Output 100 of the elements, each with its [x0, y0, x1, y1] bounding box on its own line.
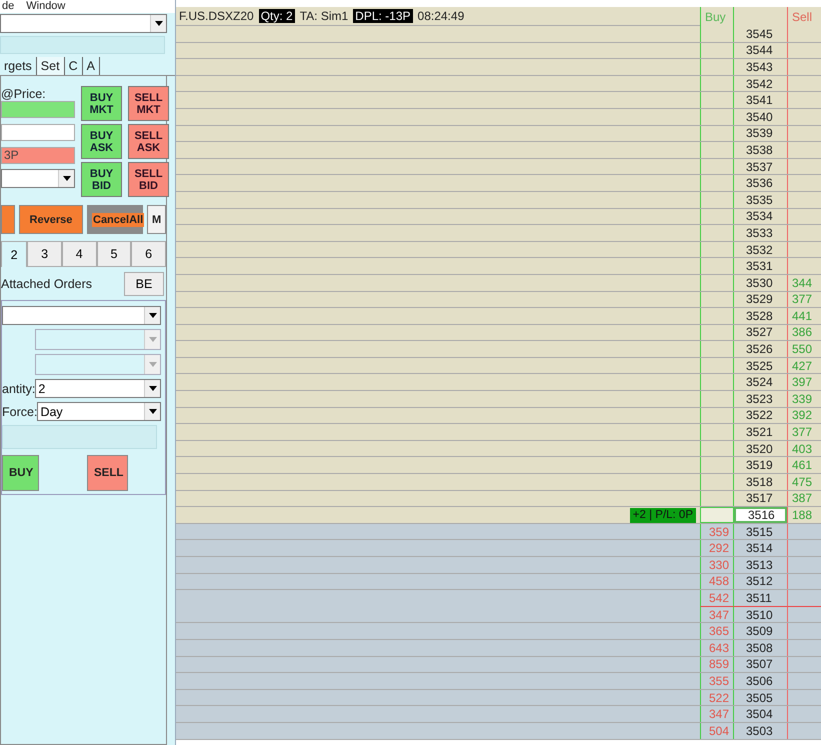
bid-size-cell[interactable] [700, 324, 734, 340]
symbol-dropdown[interactable] [0, 14, 167, 33]
price-cell[interactable]: 3543 [734, 59, 787, 75]
price-cell[interactable]: 3519 [734, 457, 787, 474]
dropdown[interactable] [35, 354, 161, 375]
price-cell[interactable]: 3532 [734, 242, 787, 258]
price-cell[interactable]: 3520 [734, 440, 787, 456]
bid-size-cell[interactable] [700, 26, 734, 42]
buy-button[interactable]: BUY [2, 455, 39, 491]
bid-size-cell[interactable] [700, 391, 734, 407]
price-cell[interactable]: 3509 [734, 623, 787, 639]
bid-size-cell[interactable] [700, 175, 734, 191]
price-cell[interactable]: 3528 [734, 308, 787, 324]
bid-size-cell[interactable] [700, 292, 734, 308]
price-cell[interactable]: 3516 [734, 507, 787, 523]
tab[interactable]: 2 [1, 241, 28, 267]
bid-size-cell[interactable] [700, 358, 734, 374]
price-cell[interactable]: 3518 [734, 474, 787, 490]
bid-size-cell[interactable] [700, 242, 734, 258]
input-field[interactable] [1, 124, 75, 141]
price-cell[interactable]: 3524 [734, 374, 787, 390]
pl-field[interactable]: 3P [1, 147, 75, 164]
action-button[interactable]: Reverse [18, 205, 83, 234]
sell-button[interactable]: SELL [87, 455, 128, 491]
price-cell[interactable]: 3521 [734, 424, 787, 440]
bid-size-cell[interactable] [700, 424, 734, 440]
price-cell[interactable]: 3530 [734, 274, 787, 290]
bid-size-cell[interactable] [700, 440, 734, 456]
price-cell[interactable]: 3525 [734, 358, 787, 374]
tab[interactable]: Set [36, 57, 65, 75]
price-cell[interactable]: 3523 [734, 391, 787, 407]
bid-size-cell[interactable] [700, 225, 734, 241]
price-cell[interactable]: 3542 [734, 76, 787, 92]
bid-size-cell[interactable] [700, 76, 734, 92]
price-cell[interactable]: 3541 [734, 92, 787, 108]
sell-button[interactable]: SELL MKT [128, 86, 169, 121]
price-cell[interactable]: 3504 [734, 706, 787, 722]
bid-size-cell[interactable] [700, 274, 734, 290]
sell-button[interactable]: SELL BID [128, 162, 169, 197]
price-cell[interactable]: 3531 [734, 258, 787, 274]
price-cell[interactable]: 3507 [734, 656, 787, 672]
price-cell[interactable]: 3529 [734, 292, 787, 308]
bid-size-cell[interactable] [700, 142, 734, 158]
bid-size-cell[interactable] [700, 308, 734, 324]
bid-size-cell[interactable] [700, 208, 734, 224]
bid-size-cell[interactable] [700, 59, 734, 75]
price-cell[interactable]: 3513 [734, 557, 787, 573]
dropdown[interactable] [2, 306, 161, 325]
buy-button[interactable]: BUY MKT [81, 86, 122, 121]
buy-button[interactable]: BUY ASK [81, 124, 122, 159]
price-cell[interactable]: 3536 [734, 175, 787, 191]
bid-size-cell[interactable] [700, 192, 734, 208]
price-cell[interactable]: 3510 [734, 606, 787, 622]
bid-size-cell[interactable] [700, 408, 734, 424]
menu-item[interactable]: de [2, 0, 14, 12]
action-button[interactable]: M [147, 205, 166, 234]
menu-item[interactable]: Window [26, 0, 66, 12]
tab[interactable]: 4 [62, 241, 97, 267]
buy-button[interactable]: BUY BID [81, 162, 122, 197]
price-cell[interactable]: 3533 [734, 225, 787, 241]
cancel-all-button[interactable]: CancelAll [87, 205, 143, 234]
bid-size-cell[interactable] [700, 374, 734, 390]
price-cell[interactable]: 3526 [734, 341, 787, 357]
quantity-dropdown[interactable]: 2 [35, 379, 161, 398]
price-cell[interactable]: 3514 [734, 540, 787, 556]
bid-size-cell[interactable] [700, 126, 734, 142]
price-cell[interactable]: 3503 [734, 722, 787, 739]
bid-size-cell[interactable] [700, 507, 734, 523]
price-cell[interactable]: 3508 [734, 640, 787, 656]
bid-size-cell[interactable] [700, 42, 734, 58]
action-button[interactable] [1, 205, 15, 234]
sell-button[interactable]: SELL ASK [128, 124, 169, 159]
bid-size-cell[interactable] [700, 490, 734, 506]
time-in-force-dropdown[interactable]: Day [37, 402, 161, 421]
bid-size-cell[interactable] [700, 258, 734, 274]
tab[interactable]: 3 [27, 241, 62, 267]
price-cell[interactable]: 3537 [734, 158, 787, 174]
price-cell[interactable]: 3540 [734, 108, 787, 125]
price-cell[interactable]: 3505 [734, 690, 787, 706]
dropdown[interactable] [35, 329, 161, 350]
bid-size-cell[interactable] [700, 92, 734, 108]
bid-size-cell[interactable] [700, 108, 734, 125]
tab[interactable]: 6 [131, 241, 166, 267]
price-cell[interactable]: 3512 [734, 574, 787, 590]
bid-size-cell[interactable] [700, 474, 734, 490]
tab[interactable]: C [64, 57, 83, 75]
tab[interactable]: 5 [96, 241, 132, 267]
input-field[interactable] [1, 101, 75, 118]
bid-size-cell[interactable] [700, 457, 734, 474]
tab[interactable]: A [82, 57, 100, 75]
dropdown[interactable] [1, 169, 75, 188]
price-cell[interactable]: 3527 [734, 324, 787, 340]
price-cell[interactable]: 3517 [734, 490, 787, 506]
price-cell[interactable]: 3515 [734, 524, 787, 540]
price-cell[interactable]: 3535 [734, 192, 787, 208]
price-cell[interactable]: 3506 [734, 673, 787, 689]
price-cell[interactable]: 3544 [734, 42, 787, 58]
price-cell[interactable]: 3522 [734, 408, 787, 424]
be-button[interactable]: BE [124, 272, 164, 296]
price-cell[interactable]: 3539 [734, 126, 787, 142]
